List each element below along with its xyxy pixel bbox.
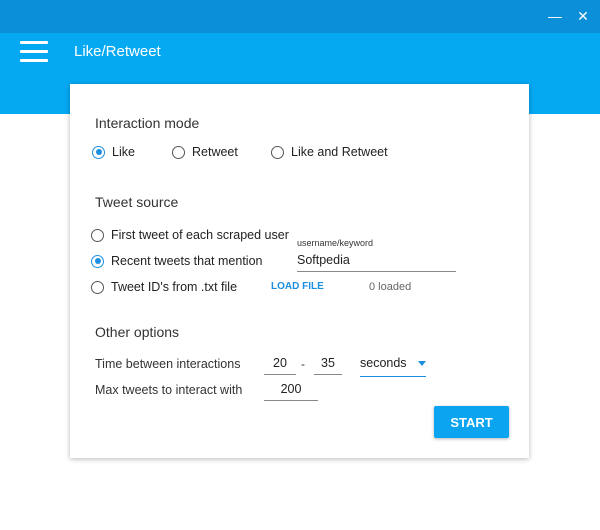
radio-tweet-ids-label: Tweet ID's from .txt file [111,280,238,294]
minimize-button[interactable]: — [545,6,565,26]
max-tweets-label: Max tweets to interact with [95,383,243,397]
radio-like-and-retweet[interactable]: Like and Retweet [271,145,388,159]
radio-like[interactable]: Like [92,145,135,159]
other-options-title: Other options [95,324,180,340]
max-tweets-input[interactable] [264,382,318,401]
tweet-source-title: Tweet source [95,194,179,210]
load-file-button[interactable]: LOAD FILE [271,281,324,292]
settings-card: Interaction mode Like Retweet Like and R… [70,84,529,458]
time-max-input[interactable] [314,356,342,375]
radio-recent-tweets-label: Recent tweets that mention [111,254,263,268]
start-button[interactable]: START [434,406,509,438]
time-unit-select[interactable]: seconds [360,356,426,377]
radio-like-circle[interactable] [92,145,105,159]
time-unit-value: seconds [360,356,407,370]
radio-first-tweet-label: First tweet of each scraped user [111,228,289,242]
page-title: Like/Retweet [74,43,161,60]
radio-first-tweet-circle[interactable] [91,228,104,242]
radio-first-tweet[interactable]: First tweet of each scraped user [91,228,289,242]
time-range-separator: - [301,357,305,371]
radio-recent-tweets-circle[interactable] [91,254,104,268]
radio-like-label: Like [112,145,135,159]
radio-recent-tweets[interactable]: Recent tweets that mention [91,254,262,268]
dropdown-caret-icon [418,361,426,366]
keyword-field-label: username/keyword [297,238,374,248]
keyword-input[interactable] [297,253,456,272]
time-min-input[interactable] [264,356,296,375]
radio-retweet-circle[interactable] [172,145,185,159]
close-button[interactable]: ✕ [573,6,593,26]
window-titlebar: — ✕ [0,0,600,33]
radio-like-and-retweet-label: Like and Retweet [291,145,388,159]
radio-tweet-ids-circle[interactable] [91,280,104,294]
loaded-count: 0 loaded [369,281,412,293]
radio-like-and-retweet-circle[interactable] [271,145,284,159]
time-between-label: Time between interactions [95,357,241,371]
hamburger-menu-icon[interactable] [20,41,48,63]
radio-retweet[interactable]: Retweet [172,145,238,159]
radio-tweet-ids[interactable]: Tweet ID's from .txt file [91,280,237,294]
interaction-mode-title: Interaction mode [95,115,200,131]
radio-retweet-label: Retweet [192,145,238,159]
